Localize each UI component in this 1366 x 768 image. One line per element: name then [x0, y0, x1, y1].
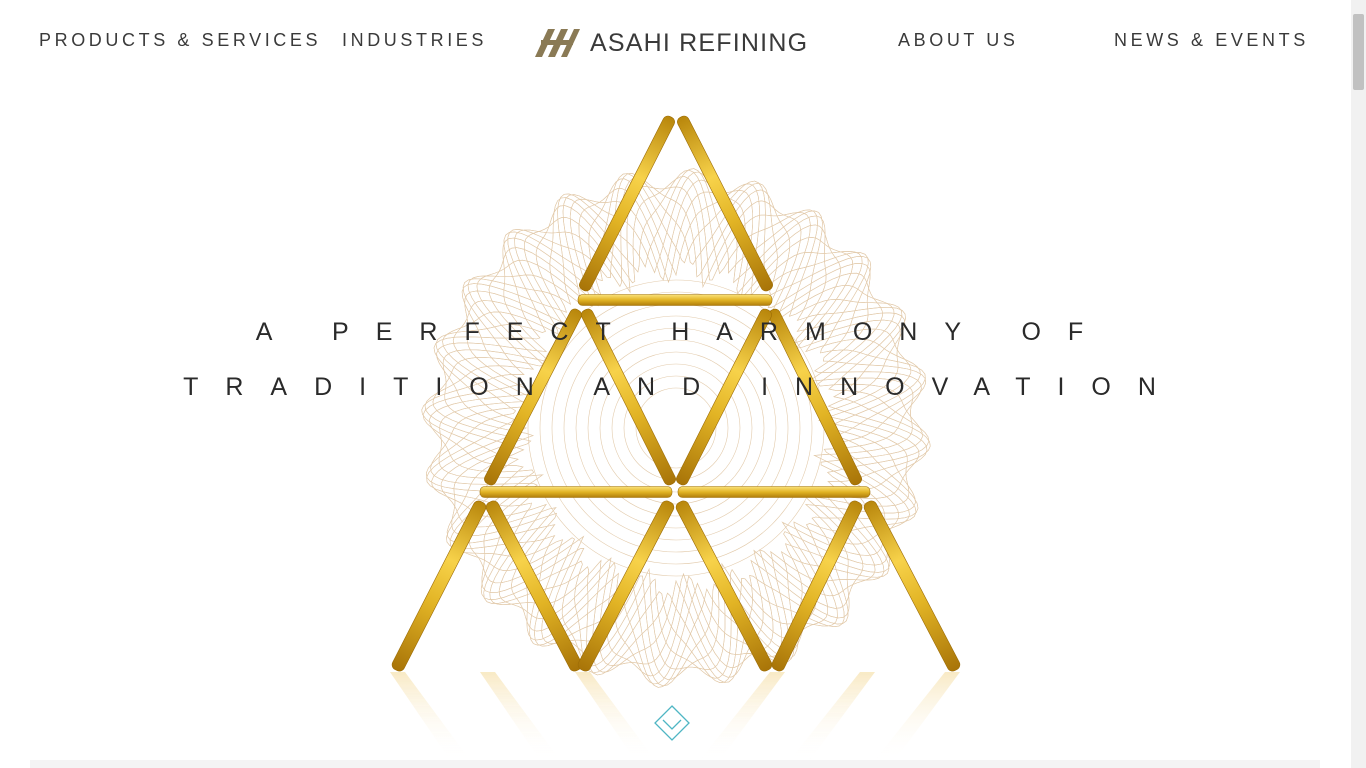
gold-bar: [577, 500, 675, 672]
gold-bar: [485, 500, 583, 672]
hero-headline-line-1: A PERFECT HARMONY OF: [255, 318, 1111, 346]
gold-bar: [391, 500, 487, 672]
site-logo[interactable]: ASAHI REFINING: [533, 27, 808, 59]
gold-bar: [577, 294, 773, 306]
asahi-logo-mark-icon: [535, 29, 580, 57]
gold-bar: [479, 486, 673, 498]
rosette-line: [430, 177, 922, 679]
nav-news-events[interactable]: NEWS & EVENTS: [1114, 30, 1309, 51]
rosette-line: [431, 178, 921, 678]
chevron-down-icon[interactable]: [652, 703, 692, 743]
brand-name: ASAHI REFINING: [590, 28, 809, 57]
nav-industries[interactable]: INDUSTRIES: [342, 30, 487, 51]
nav-products-services[interactable]: PRODUCTS & SERVICES: [39, 30, 321, 51]
nav-about-us[interactable]: ABOUT US: [898, 30, 1019, 51]
hero-headline-line-2: TRADITION AND INNOVATION: [183, 373, 1183, 401]
hero-banner: A PERFECT HARMONY OF TRADITION AND INNOV…: [30, 82, 1320, 762]
rosette-line: [431, 178, 921, 678]
rosette-line: [429, 176, 923, 680]
gold-bar: [863, 500, 961, 672]
rosette-line: [425, 172, 927, 684]
rosette-line: [425, 172, 927, 684]
page: PRODUCTS & SERVICES INDUSTRIES ASAHI REF…: [0, 0, 1366, 768]
gold-bar: [677, 486, 871, 498]
scrollbar-thumb[interactable]: [1353, 14, 1364, 90]
gold-bars-pyramid-image: [390, 115, 961, 760]
content-divider: [30, 760, 1320, 768]
rosette-line: [426, 173, 926, 683]
rosette-line: [430, 177, 922, 679]
scrollbar[interactable]: [1351, 0, 1366, 768]
rosette-line: [429, 176, 923, 680]
rosette-line: [426, 173, 926, 683]
